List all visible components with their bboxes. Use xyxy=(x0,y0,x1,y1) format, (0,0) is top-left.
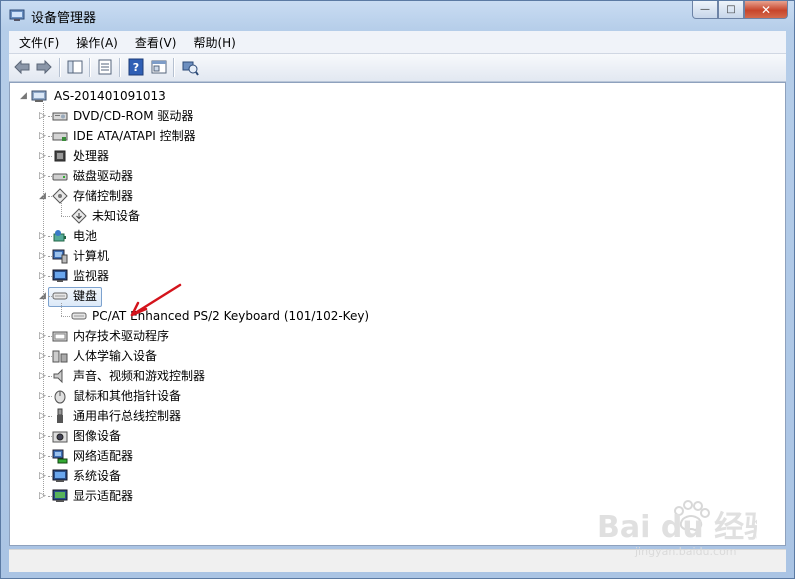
scan-hardware-icon[interactable] xyxy=(181,58,199,76)
tree-device-label: 未知设备 xyxy=(92,209,141,223)
help-icon[interactable]: ? xyxy=(127,58,145,76)
menu-action[interactable]: 操作(A) xyxy=(69,34,125,51)
tree-category-label: 存储控制器 xyxy=(73,189,134,203)
tree-category-label: IDE ATA/ATAPI 控制器 xyxy=(73,129,196,143)
tree-node-category[interactable] xyxy=(52,387,62,405)
annotation-arrow-icon xyxy=(130,283,182,317)
tree-node-category[interactable] xyxy=(52,147,62,165)
tree-category-label: 内存技术驱动程序 xyxy=(73,329,170,343)
window-title: 设备管理器 xyxy=(31,11,97,26)
back-arrow-icon[interactable] xyxy=(13,58,31,76)
menu-bar: 文件(F) 操作(A) 查看(V) 帮助(H) xyxy=(9,31,786,54)
title-bar[interactable]: 设备管理器 — □ ✕ xyxy=(1,1,794,29)
forward-arrow-icon[interactable] xyxy=(35,58,53,76)
svg-text:?: ? xyxy=(133,61,139,74)
tree-node-root[interactable] xyxy=(31,87,181,105)
tree-node-category[interactable] xyxy=(52,367,62,385)
tree-node-device[interactable] xyxy=(71,207,81,225)
collapse-arrow-icon[interactable]: ◢ xyxy=(20,90,29,102)
tree-node-category[interactable] xyxy=(52,347,62,365)
baidu-jingyan-watermark: Bai du 经验 jingyan.baidu.com xyxy=(597,500,757,558)
tree-node-category[interactable] xyxy=(52,247,62,265)
tree-category-label: 磁盘驱动器 xyxy=(73,169,134,183)
show-hidden-icon[interactable] xyxy=(150,58,168,76)
tree-category-label: 声音、视频和游戏控制器 xyxy=(73,369,206,383)
tree-category-label: 图像设备 xyxy=(73,429,122,443)
minimize-button[interactable]: — xyxy=(692,1,718,19)
tree-category-label: 显示适配器 xyxy=(73,489,134,503)
tree-node-category[interactable] xyxy=(52,447,62,465)
device-manager-window: 设备管理器 — □ ✕ 文件(F) 操作(A) 查看(V) 帮助(H) ? ◢ … xyxy=(0,0,795,579)
tree-node-category[interactable] xyxy=(52,167,62,185)
tree-node-category[interactable] xyxy=(52,107,62,125)
tree-node-category[interactable] xyxy=(52,327,62,345)
menu-help[interactable]: 帮助(H) xyxy=(186,34,242,51)
tree-category-label: 处理器 xyxy=(73,149,110,163)
tree-category-label: 键盘 xyxy=(73,289,98,303)
tree-node-category[interactable] xyxy=(52,407,62,425)
tree-category-label: 鼠标和其他指针设备 xyxy=(73,389,182,403)
maximize-button[interactable]: □ xyxy=(718,1,744,19)
menu-file[interactable]: 文件(F) xyxy=(12,34,66,51)
tree-category-label: 通用串行总线控制器 xyxy=(73,409,182,423)
watermark-url: jingyan.baidu.com xyxy=(634,545,737,558)
tree-category-label: 网络适配器 xyxy=(73,449,134,463)
device-manager-icon xyxy=(9,9,25,21)
console-tree-icon[interactable] xyxy=(66,58,84,76)
tree-node-category[interactable] xyxy=(52,267,62,285)
device-tree[interactable]: ◢ AS-201401091013 ▷ DVD/CD-ROM 驱动器 ▷ IDE ATA/… xyxy=(9,82,786,546)
properties-icon[interactable] xyxy=(96,58,114,76)
toolbar: ? xyxy=(9,54,786,82)
watermark-brand: Bai du 经验 xyxy=(597,510,757,545)
tree-node-category[interactable] xyxy=(52,467,62,485)
tree-category-label: 人体学输入设备 xyxy=(73,349,158,363)
tree-category-label: 电池 xyxy=(73,229,98,243)
tree-category-label: 监视器 xyxy=(73,269,110,283)
tree-node-category[interactable] xyxy=(52,127,62,145)
tree-node-category[interactable] xyxy=(52,227,62,245)
menu-view[interactable]: 查看(V) xyxy=(128,34,184,51)
tree-category-label: DVD/CD-ROM 驱动器 xyxy=(73,109,194,123)
tree-category-label: 计算机 xyxy=(73,249,110,263)
tree-node-category[interactable] xyxy=(52,487,62,505)
tree-node-device[interactable] xyxy=(71,307,81,325)
tree-category-label: 系统设备 xyxy=(73,469,122,483)
close-button[interactable]: ✕ xyxy=(744,1,788,19)
tree-node-category[interactable] xyxy=(52,427,62,445)
